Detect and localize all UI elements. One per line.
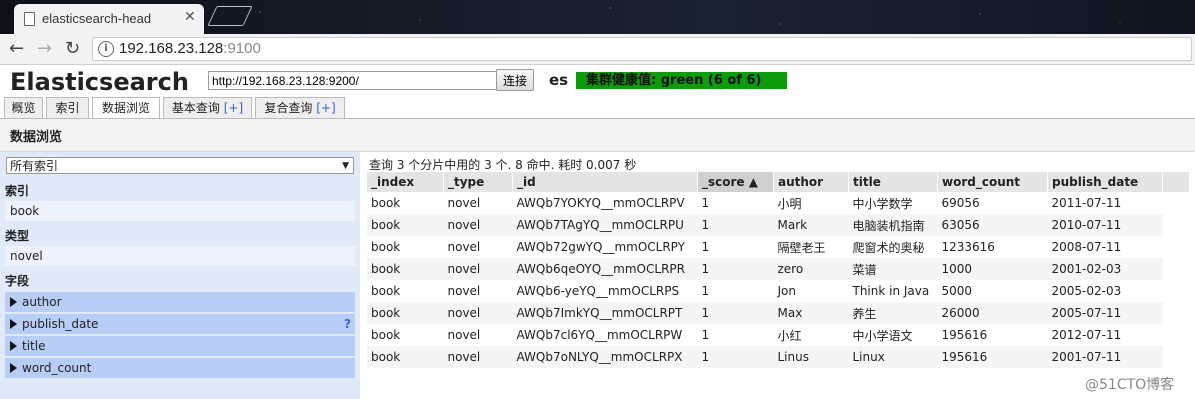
table-row[interactable]: book novel AWQb7ImkYQ__mmOCLRPT 1 Max 养生 26000… [367,302,1163,324]
type-item-novel[interactable]: novel [5,246,355,266]
expand-triangle-icon [10,297,17,307]
type-header: 类型 [5,229,30,243]
column-header-author[interactable]: author [773,172,849,192]
index-select[interactable]: 所有索引 ▼ [6,157,354,174]
results-table: _index _type _id _score ▲ author title w… [367,172,1163,368]
field-title[interactable]: title [5,336,355,356]
section-title: 数据浏览 [10,130,63,145]
browser-toolbar: ← → ↻ i 192.168.23.128:9100 [0,34,1195,65]
field-word-count[interactable]: word_count [5,358,355,378]
browser-tab[interactable]: elasticsearch-head ✕ [14,4,204,34]
table-header-filler [1159,172,1189,192]
table-row[interactable]: book novel AWQb72gwYQ__mmOCLRPY 1 隔壁老王 爬窗术的奥秘… [367,236,1163,258]
column-header-publish-date[interactable]: publish_date [1047,172,1163,192]
connect-button[interactable]: 连接 [496,69,535,91]
forward-icon[interactable]: → [37,38,52,59]
expand-triangle-icon [10,341,17,351]
reload-icon[interactable]: ↻ [65,38,80,59]
help-icon[interactable]: ? [344,314,351,334]
chevron-down-icon: ▼ [342,161,349,171]
table-row[interactable]: book novel AWQb6qeOYQ__mmOCLRPR 1 zero 菜谱 1000… [367,258,1163,280]
expand-triangle-icon [10,319,17,329]
tab-browser[interactable]: 数据浏览 [92,97,160,120]
table-row[interactable]: book novel AWQb7cl6YQ__mmOCLRPW 1 小红 中小学语文 195… [367,324,1163,346]
field-author[interactable]: author [5,292,355,312]
tab-overview[interactable]: 概览 [4,97,43,118]
expand-triangle-icon [10,363,17,373]
fields-header: 字段 [5,274,30,288]
column-header-title[interactable]: title [848,172,938,192]
sidebar: 所有索引 ▼ 索引 book 类型 novel 字段 author publish… [0,152,360,399]
address-bar[interactable]: i 192.168.23.128:9100 [92,37,1192,61]
table-row[interactable]: book novel AWQb7YOKYQ__mmOCLRPV 1 小明 中小学数学 690… [367,192,1163,214]
back-icon[interactable]: ← [9,38,24,59]
field-publish-date[interactable]: publish_date? [5,314,355,334]
document-icon [24,12,35,26]
connect-url-input[interactable] [208,71,500,90]
column-header-word-count[interactable]: word_count [937,172,1048,192]
browser-tab-title: elasticsearch-head [42,11,152,26]
cluster-name: es [549,71,569,89]
add-basic-query[interactable]: [+] [224,101,243,115]
add-compound-query[interactable]: [+] [316,101,335,115]
info-icon[interactable]: i [98,41,114,57]
app-title: Elasticsearch [10,68,189,96]
column-header-score[interactable]: _score ▲ [697,172,774,192]
tab-indices[interactable]: 索引 [46,97,89,118]
table-row[interactable]: book novel AWQb7oNLYQ__mmOCLRPX 1 Linus Linux… [367,346,1163,368]
tab-basic-query[interactable]: 基本查询 [+] [163,97,252,118]
tab-compound-query[interactable]: 复合查询 [+] [255,97,345,118]
index-header: 索引 [5,184,30,198]
column-header-id[interactable]: _id [512,172,698,192]
section-header: 数据浏览 [0,119,1195,152]
table-row[interactable]: book novel AWQb7TAgYQ__mmOCLRPU 1 Mark 电脑装机指南… [367,214,1163,236]
cluster-health-badge: 集群健康值: green (6 of 6) [576,72,787,89]
column-header-index[interactable]: _index [367,172,444,192]
table-row[interactable]: book novel AWQb6-yeYQ__mmOCLRPS 1 Jon Think i… [367,280,1163,302]
query-summary: 查询 3 个分片中用的 3 个. 8 命中. 耗时 0.007 秒 [369,158,637,172]
results-body: book novel AWQb7YOKYQ__mmOCLRPV 1 小明 中小学数学 690… [367,192,1163,368]
watermark: @51CTO博客 [1085,377,1175,393]
address-url: 192.168.23.128:9100 [119,40,261,57]
column-header-type[interactable]: _type [443,172,513,192]
index-item-book[interactable]: book [5,201,355,221]
close-tab-icon[interactable]: ✕ [184,9,196,25]
browser-tab-bar: elasticsearch-head ✕ [0,0,1195,34]
